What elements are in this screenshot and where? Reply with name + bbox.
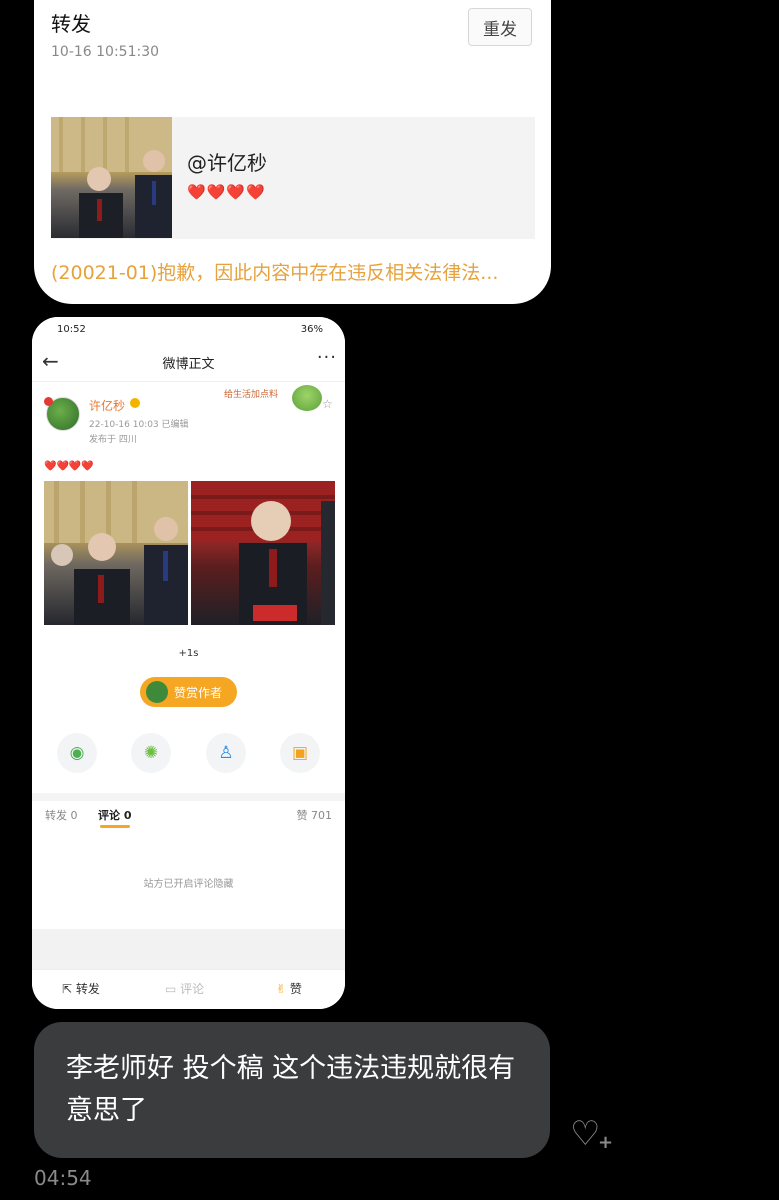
comment-icon: ▭ — [165, 982, 177, 996]
wechat-icon: ◉ — [57, 733, 97, 773]
section-divider — [32, 793, 345, 801]
post-image-2 — [191, 481, 335, 625]
quoted-post-thumbnail — [51, 117, 172, 238]
post-image-1 — [44, 481, 188, 625]
reward-avatar-icon — [146, 681, 168, 703]
reward-author-button: 赞赏作者 — [140, 677, 237, 707]
thumbs-up-icon: ✌ — [276, 982, 287, 996]
comment-action: ▭ 评论 — [165, 980, 204, 997]
verified-badge-icon — [130, 398, 140, 408]
tab-repost: 转发 0 — [45, 809, 78, 822]
repost-timestamp: 10-16 10:51:30 — [51, 44, 160, 60]
repost-action-label: 转发 — [75, 982, 100, 996]
comments-hidden-note: 站方已开启评论隐藏 — [143, 879, 234, 890]
like-action: ✌ 赞 — [276, 980, 302, 997]
like-action-label: 赞 — [289, 982, 302, 996]
status-time: 10:52 — [57, 324, 86, 335]
message-time: 04:54 — [34, 1166, 92, 1190]
like-plus-one: +1s — [178, 648, 199, 659]
like-heart-icon[interactable]: ♡ — [570, 1114, 600, 1154]
resend-button[interactable]: 重发 — [468, 8, 532, 46]
chat-message-bubble[interactable]: 李老师好 投个稿 这个违法违规就很有意思了 — [34, 1022, 550, 1158]
active-tab-indicator — [100, 825, 130, 828]
post-meta: 22-10-16 10:03 已编辑 — [89, 420, 189, 430]
star-icon: ☆ — [322, 397, 333, 411]
post-hearts: ❤️❤️❤️❤️ — [44, 461, 94, 472]
post-tabs: 转发 0 评论 0 赞 701 — [32, 803, 345, 833]
more-icon: ··· — [316, 347, 337, 368]
weibo-screenshot-image[interactable]: 10:52 36% ← 微博正文 ··· 许亿秒 22-10-16 10:03 … — [32, 317, 345, 1009]
tab-comments: 评论 0 — [98, 809, 132, 822]
share-out-icon: ⇱ — [62, 982, 73, 996]
violation-notice: (20021-01)抱歉，因此内容中存在违反相关法律法... — [51, 262, 499, 284]
post-location: 发布于 四川 — [89, 435, 137, 445]
post-username: 许亿秒 — [89, 399, 126, 413]
nav-title: 微博正文 — [162, 357, 215, 372]
tab-likes: 赞 701 — [296, 809, 333, 822]
weibo-navbar: ← 微博正文 ··· — [32, 343, 345, 382]
moments-icon: ✺ — [131, 733, 171, 773]
repost-title: 转发 — [51, 12, 91, 36]
qq-icon: ♙ — [206, 733, 246, 773]
sticker-mascot-icon — [292, 385, 322, 411]
chat-message-text: 李老师好 投个稿 这个违法违规就很有意思了 — [66, 1053, 516, 1126]
sticker-text: 给生活加点料 — [224, 390, 279, 400]
repost-card: 转发 10-16 10:51:30 重发 @许亿秒 ❤️❤️❤️❤️ (2002… — [34, 0, 551, 304]
save-image-icon: ▣ — [280, 733, 320, 773]
status-battery: 36% — [300, 324, 323, 335]
quoted-handle[interactable]: @许亿秒 — [187, 147, 267, 176]
reward-label: 赞赏作者 — [174, 686, 223, 700]
empty-area — [32, 929, 345, 969]
status-bar: 10:52 36% — [32, 317, 345, 343]
quoted-post[interactable]: @许亿秒 ❤️❤️❤️❤️ — [51, 117, 535, 239]
comment-action-label: 评论 — [180, 982, 205, 996]
action-bar: ⇱ 转发 ▭ 评论 ✌ 赞 — [32, 969, 345, 1009]
notification-dot-icon — [44, 397, 53, 406]
add-reaction-icon[interactable]: + — [598, 1132, 613, 1153]
quoted-hearts: ❤️❤️❤️❤️ — [187, 183, 266, 201]
repost-action: ⇱ 转发 — [62, 980, 100, 997]
